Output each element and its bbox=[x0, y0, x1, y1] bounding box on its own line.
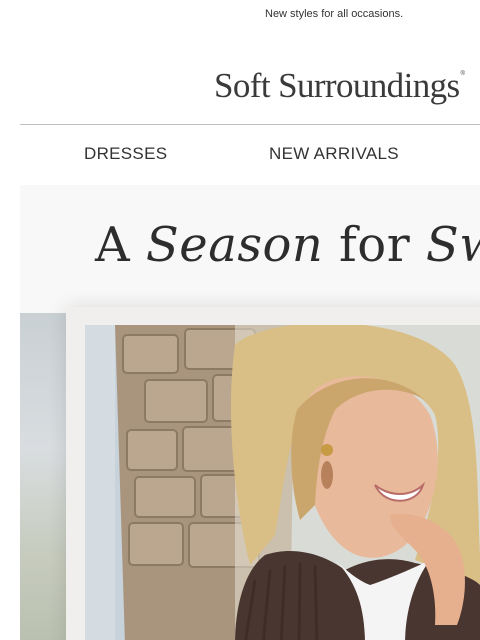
headline-word-for: for bbox=[323, 217, 426, 273]
header-divider bbox=[20, 124, 480, 125]
brand-logo-link[interactable]: Soft Surroundings® bbox=[214, 52, 480, 105]
headline-word-season: Season bbox=[145, 217, 324, 273]
hero-photo[interactable] bbox=[85, 325, 480, 640]
nav-link-new-arrivals[interactable]: NEW ARRIVALS bbox=[269, 144, 399, 164]
hero-headline: A Season for Swea bbox=[95, 217, 480, 273]
headline-word-sweater: Swea bbox=[425, 217, 480, 273]
preheader-text: New styles for all occasions. bbox=[265, 8, 404, 20]
hero-banner[interactable]: A Season for Swea bbox=[20, 185, 480, 640]
headline-word-a: A bbox=[95, 217, 146, 273]
brand-logo-text: Soft Surroundings bbox=[214, 66, 460, 105]
brand-logo: Soft Surroundings® bbox=[214, 66, 465, 105]
preheader: New styles for all occasions. bbox=[0, 0, 480, 30]
registered-mark: ® bbox=[460, 71, 465, 77]
background-scenery-strip bbox=[20, 313, 68, 640]
nav-link-dresses[interactable]: DRESSES bbox=[84, 144, 167, 164]
